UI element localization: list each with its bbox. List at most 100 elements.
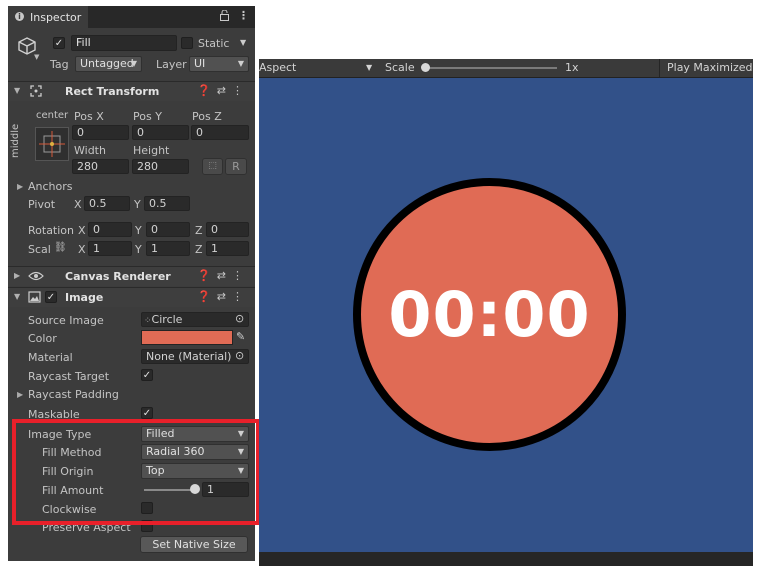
color-label: Color bbox=[28, 332, 57, 345]
width-label: Width bbox=[74, 144, 106, 157]
posy-label: Pos Y bbox=[133, 110, 162, 123]
preset-icon[interactable]: ⇄ bbox=[217, 269, 232, 282]
raycast-padding-fold-icon[interactable]: ▶ bbox=[17, 390, 23, 399]
scale-x-label: X bbox=[78, 243, 86, 256]
chevron-down-icon: ▼ bbox=[237, 59, 244, 68]
component-header-icons: ❓⇄⋮ bbox=[197, 84, 249, 97]
width-field[interactable]: 280 bbox=[72, 159, 129, 174]
static-dropdown-arrow[interactable]: ▼ bbox=[240, 38, 246, 47]
rot-z-label: Z bbox=[195, 224, 203, 237]
maskable-checkbox[interactable]: ✓ bbox=[141, 407, 153, 419]
blueprint-mode-button[interactable]: ⬚ bbox=[202, 158, 223, 175]
kebab-menu-icon[interactable]: ⋮ bbox=[238, 9, 249, 22]
image-component-icon bbox=[28, 291, 41, 306]
image-header[interactable]: ▼ ✓ Image ❓⇄⋮ bbox=[8, 287, 255, 307]
anchors-fold-icon[interactable]: ▶ bbox=[17, 182, 23, 191]
eye-icon bbox=[28, 270, 44, 285]
object-picker-icon[interactable]: ⊙ bbox=[235, 312, 244, 325]
rot-z-field[interactable]: 0 bbox=[206, 222, 249, 237]
material-label: Material bbox=[28, 351, 73, 364]
rot-y-field[interactable]: 0 bbox=[146, 222, 190, 237]
raycast-target-checkbox[interactable]: ✓ bbox=[141, 369, 153, 381]
constrain-proportions-icon[interactable]: ⛓ bbox=[54, 242, 67, 253]
pivot-y-label: Y bbox=[134, 198, 141, 211]
raycast-target-label: Raycast Target bbox=[28, 370, 110, 383]
component-menu-icon[interactable]: ⋮ bbox=[232, 269, 249, 282]
chevron-down-icon[interactable]: ▼ bbox=[366, 63, 372, 72]
layer-dropdown[interactable]: UI ▼ bbox=[189, 56, 249, 72]
static-checkbox[interactable] bbox=[181, 37, 193, 49]
rect-transform-header[interactable]: ▼ Rect Transform ❓⇄⋮ bbox=[8, 81, 255, 101]
object-picker-icon[interactable]: ⊙ bbox=[235, 349, 244, 362]
color-swatch[interactable] bbox=[141, 330, 233, 345]
timer-circle: 00:00 bbox=[353, 178, 626, 451]
raycast-padding-label[interactable]: Raycast Padding bbox=[28, 388, 119, 401]
scale-y-label: Y bbox=[135, 243, 142, 256]
anchor-horizontal-label: center bbox=[36, 110, 69, 121]
posx-label: Pos X bbox=[74, 110, 104, 123]
tag-label: Tag bbox=[50, 58, 69, 71]
component-menu-icon[interactable]: ⋮ bbox=[232, 290, 249, 303]
game-view-toolbar: Aspect ▼ Scale 1x Play Maximized bbox=[259, 59, 753, 78]
scale-label: Scale bbox=[385, 61, 415, 74]
rect-transform-icon bbox=[30, 85, 42, 100]
aspect-label: Aspect bbox=[259, 61, 297, 74]
rect-transform-title: Rect Transform bbox=[65, 85, 160, 98]
game-view-bottom-bar bbox=[259, 552, 753, 566]
lock-icon[interactable] bbox=[220, 9, 229, 24]
scale-x-field[interactable]: 1 bbox=[88, 241, 132, 256]
image-title: Image bbox=[65, 291, 104, 304]
layer-value: UI bbox=[194, 57, 206, 70]
gameobject-icon: ▼ bbox=[16, 35, 39, 61]
posy-field[interactable]: 0 bbox=[132, 125, 189, 140]
fold-arrow-icon[interactable]: ▼ bbox=[14, 86, 20, 95]
help-icon[interactable]: ❓ bbox=[197, 84, 217, 97]
component-menu-icon[interactable]: ⋮ bbox=[232, 84, 249, 97]
fold-arrow-icon[interactable]: ▼ bbox=[14, 292, 20, 301]
layer-label: Layer bbox=[156, 58, 187, 71]
set-native-size-button[interactable]: Set Native Size bbox=[140, 536, 248, 553]
help-icon[interactable]: ❓ bbox=[197, 269, 217, 282]
play-maximized-toggle[interactable]: Play Maximized bbox=[667, 61, 753, 74]
anchors-label[interactable]: Anchors bbox=[28, 180, 73, 193]
scale-slider-knob[interactable] bbox=[421, 63, 430, 72]
pivot-x-field[interactable]: 0.5 bbox=[84, 196, 130, 211]
anchor-preset-button[interactable] bbox=[35, 127, 69, 161]
eyedropper-icon[interactable]: ✎ bbox=[236, 330, 245, 343]
material-field[interactable]: None (Material) bbox=[141, 349, 249, 364]
object-name-field[interactable]: Fill bbox=[71, 35, 177, 51]
game-canvas: 00:00 bbox=[259, 78, 753, 552]
pivot-y-field[interactable]: 0.5 bbox=[144, 196, 190, 211]
active-checkbox[interactable]: ✓ bbox=[53, 37, 65, 49]
chevron-down-icon: ▼ bbox=[130, 59, 137, 68]
inspector-tab[interactable]: i Inspector bbox=[8, 6, 88, 28]
static-label: Static bbox=[198, 37, 230, 50]
preset-icon[interactable]: ⇄ bbox=[217, 84, 232, 97]
scale-slider-track[interactable] bbox=[425, 67, 557, 69]
posz-field[interactable]: 0 bbox=[191, 125, 249, 140]
help-icon[interactable]: ❓ bbox=[197, 290, 217, 303]
inspector-tab-label: Inspector bbox=[30, 11, 82, 24]
anchor-vertical-label: middle bbox=[10, 123, 21, 158]
rot-x-field[interactable]: 0 bbox=[88, 222, 132, 237]
scale-y-field[interactable]: 1 bbox=[146, 241, 190, 256]
scale-label: Scal bbox=[28, 243, 51, 256]
rot-x-label: X bbox=[78, 224, 86, 237]
pivot-label: Pivot bbox=[28, 198, 56, 211]
posx-field[interactable]: 0 bbox=[72, 125, 129, 140]
timer-text: 00:00 bbox=[388, 278, 591, 351]
image-enabled-checkbox[interactable]: ✓ bbox=[45, 291, 57, 303]
game-view: Aspect ▼ Scale 1x Play Maximized 00:00 bbox=[259, 59, 753, 566]
tag-dropdown[interactable]: Untagged ▼ bbox=[75, 56, 142, 72]
inspector-tab-bar: i Inspector ⋮ bbox=[8, 6, 255, 28]
source-image-field[interactable]: ⁘Circle bbox=[141, 312, 249, 327]
fold-arrow-icon[interactable]: ▶ bbox=[14, 271, 20, 280]
aspect-dropdown[interactable]: Aspect bbox=[259, 61, 296, 74]
scale-value: 1x bbox=[565, 61, 579, 74]
raw-edit-button[interactable]: R bbox=[225, 158, 247, 175]
preset-icon[interactable]: ⇄ bbox=[217, 290, 232, 303]
component-header-icons: ❓⇄⋮ bbox=[197, 269, 249, 282]
height-field[interactable]: 280 bbox=[132, 159, 189, 174]
scale-z-field[interactable]: 1 bbox=[206, 241, 249, 256]
canvas-renderer-header[interactable]: ▶ Canvas Renderer ❓⇄⋮ bbox=[8, 266, 255, 286]
